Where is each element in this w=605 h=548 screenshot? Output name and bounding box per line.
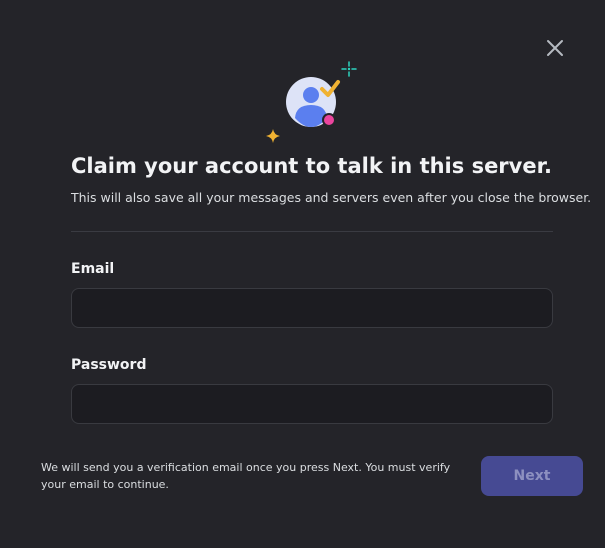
password-field[interactable] bbox=[71, 384, 553, 424]
user-avatar-check-icon bbox=[266, 61, 357, 143]
password-label: Password bbox=[71, 357, 147, 373]
email-label: Email bbox=[71, 261, 115, 277]
page-title: Claim your account to talk in this serve… bbox=[71, 154, 552, 178]
divider bbox=[71, 231, 553, 232]
claim-account-modal: Claim your account to talk in this serve… bbox=[0, 0, 605, 548]
page-subtitle: This will also save all your messages an… bbox=[71, 190, 592, 205]
next-button[interactable]: Next bbox=[481, 456, 583, 496]
email-field[interactable] bbox=[71, 288, 553, 328]
close-icon bbox=[547, 40, 563, 56]
close-button[interactable] bbox=[541, 34, 569, 62]
verification-note: We will send you a verification email on… bbox=[41, 461, 451, 491]
